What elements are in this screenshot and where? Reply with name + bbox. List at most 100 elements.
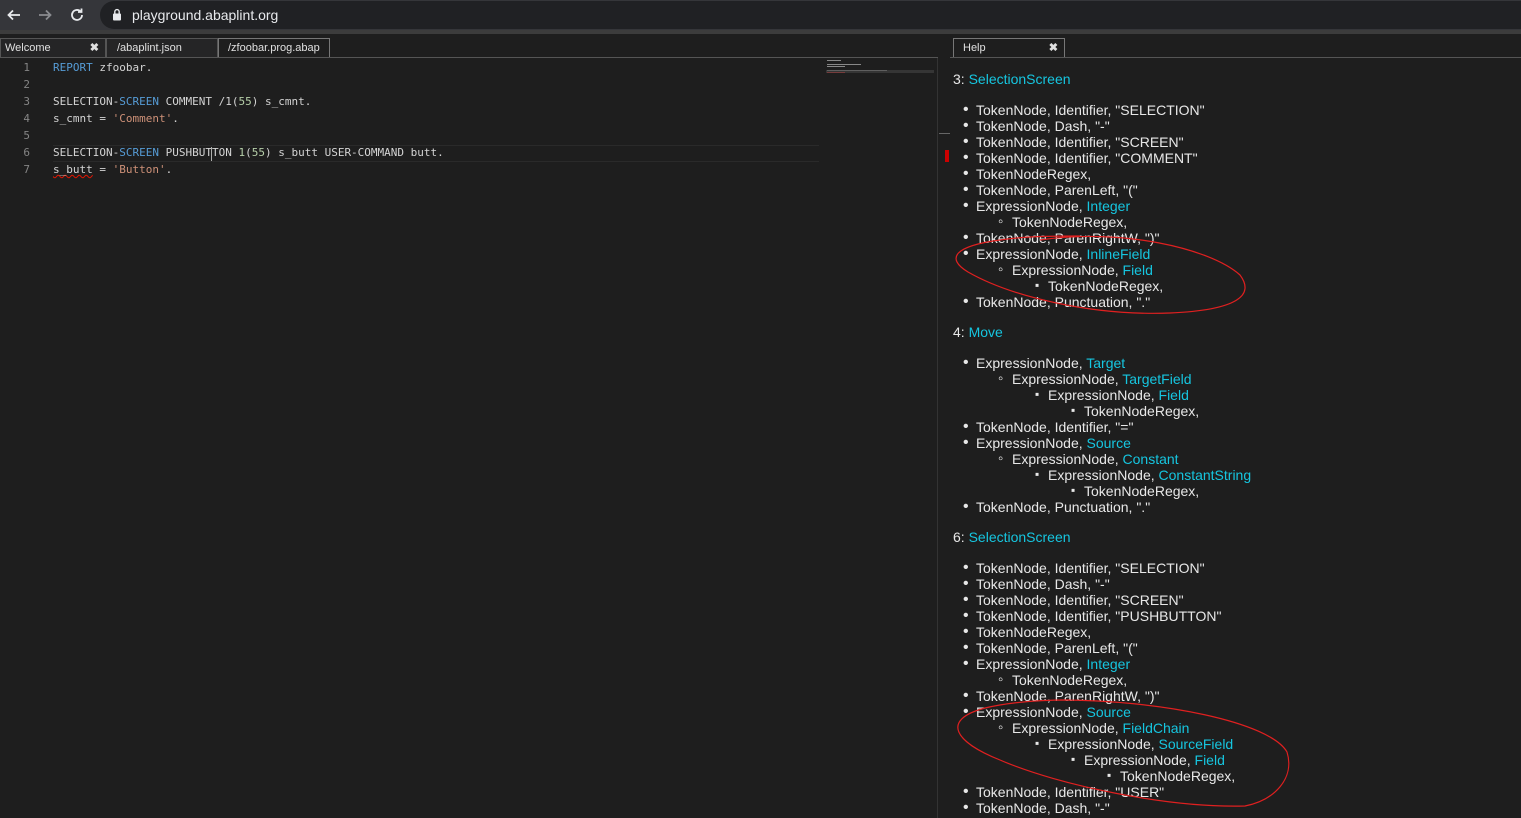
expression-link[interactable]: Source (1087, 435, 1131, 451)
close-icon[interactable]: ✖ (1049, 41, 1058, 54)
node-text: TokenNodeRegex, (976, 166, 1092, 182)
expression-link[interactable]: Integer (1087, 198, 1131, 214)
syntax-tree-node: TokenNodeRegex, (1071, 483, 1200, 499)
statement-type-link[interactable]: Move (969, 324, 1003, 340)
node-text: TokenNodeRegex, (1012, 214, 1128, 230)
expression-link[interactable]: TargetField (1122, 371, 1191, 387)
code-text[interactable]: REPORT zfoobar. (53, 61, 152, 74)
syntax-tree-node: ExpressionNode, ConstantString (1035, 467, 1252, 483)
syntax-tree-node: TokenNodeRegex, (963, 165, 1092, 183)
string-literal: 'Button' (112, 163, 166, 176)
minimap-line (827, 60, 841, 61)
node-text: TokenNode, Identifier, "COMMENT" (976, 150, 1198, 166)
code-text[interactable]: SELECTION-SCREEN PUSHBUTTON 1(55) s_butt… (53, 146, 444, 159)
text-cursor (211, 147, 212, 161)
syntax-tree-node: ExpressionNode, TargetField (998, 370, 1191, 387)
node-text: ExpressionNode, (976, 198, 1087, 214)
code-line: 2 (0, 76, 820, 93)
node-text: TokenNodeRegex, (1120, 768, 1236, 784)
code-editor[interactable]: 1 REPORT zfoobar. 2 3 SELECTION-SCREEN C… (0, 58, 938, 818)
statement-type-link[interactable]: SelectionScreen (969, 529, 1071, 545)
statement-type-link[interactable]: SelectionScreen (969, 71, 1071, 87)
syntax-tree-node: TokenNodeRegex, (1071, 403, 1199, 419)
node-text: TokenNode, ParenRightW, ")" (976, 230, 1160, 246)
code-text[interactable]: s_cmnt = 'Comment'. (53, 112, 179, 125)
node-text: TokenNode, Punctuation, "." (976, 499, 1151, 515)
code-text[interactable]: SELECTION-SCREEN COMMENT /1(55) s_cmnt. (53, 95, 311, 108)
code-token: . (165, 163, 173, 176)
node-text: ExpressionNode, (976, 656, 1087, 672)
tab-help[interactable]: Help ✖ (953, 38, 1065, 58)
syntax-tree-node: TokenNodeRegex, (963, 623, 1092, 641)
syntax-tree-node: TokenNodeRegex, (1107, 768, 1236, 784)
minimap-slider[interactable] (826, 70, 934, 73)
syntax-tree-node: TokenNodeRegex, (998, 671, 1127, 688)
minimap[interactable] (826, 58, 936, 78)
address-bar[interactable]: playground.abaplint.org (100, 1, 1521, 29)
syntax-tree-node: TokenNode, ParenRightW, ")" (963, 687, 1160, 705)
syntax-tree-node: ExpressionNode, Field (1071, 752, 1225, 768)
node-text: ExpressionNode, (1084, 752, 1195, 768)
node-text: ExpressionNode, (1012, 720, 1123, 736)
forward-arrow-icon[interactable] (34, 4, 56, 26)
syntax-tree-node: TokenNode, Identifier, "SCREEN" (963, 591, 1184, 609)
expression-link[interactable]: Target (1086, 355, 1125, 371)
code-text[interactable]: s_butt = 'Button'. (53, 163, 172, 176)
url-text[interactable]: playground.abaplint.org (132, 7, 278, 23)
help-section-title: 6: SelectionScreen (953, 529, 1071, 545)
syntax-tree-node: ExpressionNode, Source (963, 703, 1131, 721)
syntax-tree-node: ExpressionNode, Field (998, 261, 1153, 278)
expression-link[interactable]: FieldChain (1123, 720, 1190, 736)
expression-link[interactable]: Field (1123, 262, 1153, 278)
error-marker[interactable] (945, 150, 949, 162)
expression-link[interactable]: Field (1159, 387, 1189, 403)
line-number: 5 (23, 129, 30, 142)
code-token: zfoobar. (92, 61, 153, 74)
keyword: REPORT (53, 61, 93, 74)
keyword: SCREEN (119, 146, 159, 159)
syntax-tree-node: ExpressionNode, Field (1035, 387, 1189, 403)
statement-number: 3: (953, 71, 969, 87)
node-text: TokenNodeRegex, (976, 624, 1092, 640)
node-text: TokenNode, Dash, "-" (976, 576, 1110, 592)
error-squiggle[interactable]: s_butt (53, 163, 93, 176)
expression-link[interactable]: Source (1087, 704, 1131, 720)
syntax-tree-node: TokenNode, Punctuation, "." (963, 498, 1151, 516)
tab-welcome[interactable]: Welcome ✖ (0, 38, 106, 58)
keyword: SCREEN (119, 95, 159, 108)
node-text: TokenNode, Identifier, "SELECTION" (976, 102, 1205, 118)
node-text: TokenNodeRegex, (1084, 483, 1200, 499)
syntax-tree-node: ExpressionNode, FieldChain (998, 719, 1190, 736)
syntax-tree-node: TokenNode, Identifier, "=" (963, 418, 1134, 436)
tab-zfoobar-prog[interactable]: /zfoobar.prog.abap (218, 38, 330, 58)
expression-link[interactable]: InlineField (1087, 246, 1151, 262)
code-line: 3 SELECTION-SCREEN COMMENT /1(55) s_cmnt… (0, 93, 820, 110)
node-text: TokenNode, Identifier, "=" (976, 419, 1134, 435)
tab-label: /zfoobar.prog.abap (228, 42, 320, 54)
lock-icon (112, 8, 122, 26)
code-token: ) s_butt USER-COMMAND butt. (264, 146, 444, 159)
expression-link[interactable]: Constant (1123, 451, 1179, 467)
syntax-tree-node: TokenNodeRegex, (1035, 278, 1163, 294)
expression-link[interactable]: ConstantString (1159, 467, 1252, 483)
node-text: TokenNode, Punctuation, "." (976, 294, 1151, 310)
code-token: . (172, 112, 179, 125)
code-token: SELECTION- (53, 146, 120, 159)
reload-icon[interactable] (66, 4, 88, 26)
close-icon[interactable]: ✖ (90, 41, 99, 54)
node-text: ExpressionNode, (1048, 387, 1159, 403)
tab-label: Welcome (5, 42, 51, 54)
back-arrow-icon[interactable] (3, 4, 25, 26)
syntax-tree-node: TokenNodeRegex, (998, 213, 1128, 230)
statement-number: 6: (953, 529, 969, 545)
syntax-tree-node: TokenNode, Punctuation, "." (963, 293, 1151, 311)
expression-link[interactable]: SourceField (1159, 736, 1234, 752)
tab-abaplint-json[interactable]: /abaplint.json (106, 38, 218, 58)
syntax-tree-node: ExpressionNode, Target (963, 354, 1125, 372)
minimap-line (827, 66, 845, 67)
expression-link[interactable]: Field (1195, 752, 1225, 768)
overview-ruler[interactable] (937, 58, 950, 818)
code-line: 7 s_butt = 'Button'. (0, 161, 820, 178)
node-text: TokenNode, Identifier, "SELECTION" (976, 560, 1205, 576)
expression-link[interactable]: Integer (1087, 656, 1131, 672)
